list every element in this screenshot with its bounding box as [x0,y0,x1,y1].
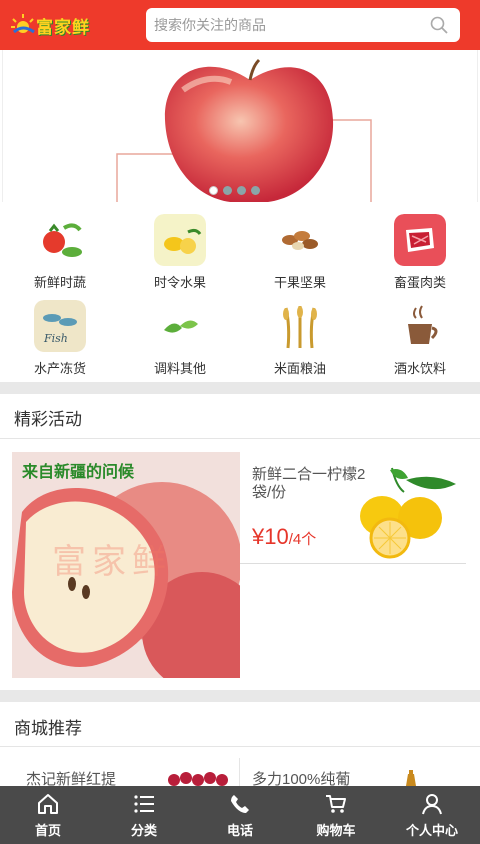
category-fruit[interactable]: 时令水果 [132,214,228,296]
divider [239,758,240,786]
carousel-dot[interactable] [251,186,260,195]
vegetables-icon [43,223,82,257]
seasoning-icon [164,320,198,333]
drinks-icon [408,305,438,344]
carousel-dot[interactable] [223,186,232,195]
category-seafood[interactable]: Fish 水产冻货 [12,300,108,382]
nuts-icon [282,231,318,250]
search-input[interactable] [154,8,424,42]
logo[interactable]: 富家鲜 [8,8,98,40]
svg-text:Fish: Fish [43,332,68,345]
category-seasoning[interactable]: 调料其他 [132,300,228,382]
category-label: 时令水果 [153,275,206,290]
category-label: 畜蛋肉类 [393,275,446,290]
phone-icon [231,795,249,813]
section-divider [0,382,480,394]
bottom-tabbar: 首页 分类 电话 购物车 个人中心 [0,786,480,844]
list-icon [134,795,154,813]
tab-category[interactable]: 分类 [96,786,192,844]
search-icon[interactable] [430,16,448,34]
tab-cart[interactable]: 购物车 [288,786,384,844]
fruit-icon [154,214,206,266]
category-label: 酒水饮料 [393,361,446,376]
feature-caption: 来自新疆的问候 [22,464,135,481]
product-unit: /4个 [288,531,317,548]
tab-home[interactable]: 首页 [0,786,96,844]
fish-icon: Fish [34,300,86,352]
divider [0,746,480,747]
carousel-dot[interactable] [237,186,246,195]
user-icon [422,794,442,815]
home-icon [38,794,58,814]
category-label: 米面粮油 [273,361,326,376]
banner-apple-image [116,58,372,202]
tab-phone[interactable]: 电话 [192,786,288,844]
tab-label: 购物车 [316,823,356,838]
tab-label: 首页 [34,823,61,838]
category-label: 调料其他 [153,361,206,376]
section-divider [0,690,480,702]
category-meat[interactable]: 畜蛋肉类 [372,214,468,296]
watermark: 富家鲜 [52,543,172,581]
meat-icon [394,214,446,266]
category-grain[interactable]: 米面粮油 [252,300,348,382]
cart-icon [326,795,346,813]
carousel-dot[interactable] [209,186,218,195]
product-price: ¥10/4个 [252,524,317,549]
category-nuts[interactable]: 干果坚果 [252,214,348,296]
carousel-dots [209,186,260,195]
activities-title: 精彩活动 [14,410,82,429]
grain-icon [283,306,317,349]
tab-profile[interactable]: 个人中心 [384,786,480,844]
lemon-image [360,467,456,559]
top-header: 富家鲜 [0,0,480,50]
category-label: 干果坚果 [273,275,326,290]
banner-carousel[interactable] [2,50,478,202]
search-box[interactable] [146,8,460,42]
tab-label: 电话 [226,823,253,838]
product-card[interactable]: 新鲜二合一柠檬2袋/份 ¥10/4个 [240,452,466,564]
grape-image [164,768,234,786]
feature-promo[interactable]: 来自新疆的问候 富家鲜 [12,452,240,678]
logo-text: 富家鲜 [36,18,90,38]
recommend-title: 商城推荐 [14,719,82,738]
tab-label: 分类 [130,823,157,838]
category-vegetables[interactable]: 新鲜时蔬 [12,214,108,296]
oil-image [398,770,422,786]
tab-label: 个人中心 [405,823,458,838]
logo-sun-icon [11,14,35,34]
category-label: 水产冻货 [33,361,86,376]
category-label: 新鲜时蔬 [33,275,86,290]
divider [0,438,480,439]
category-drinks[interactable]: 酒水饮料 [372,300,468,382]
category-grid: 新鲜时蔬 时令水果 干果坚果 畜蛋肉类 Fish 水产冻货 调料其他 米面粮油 … [0,210,480,380]
